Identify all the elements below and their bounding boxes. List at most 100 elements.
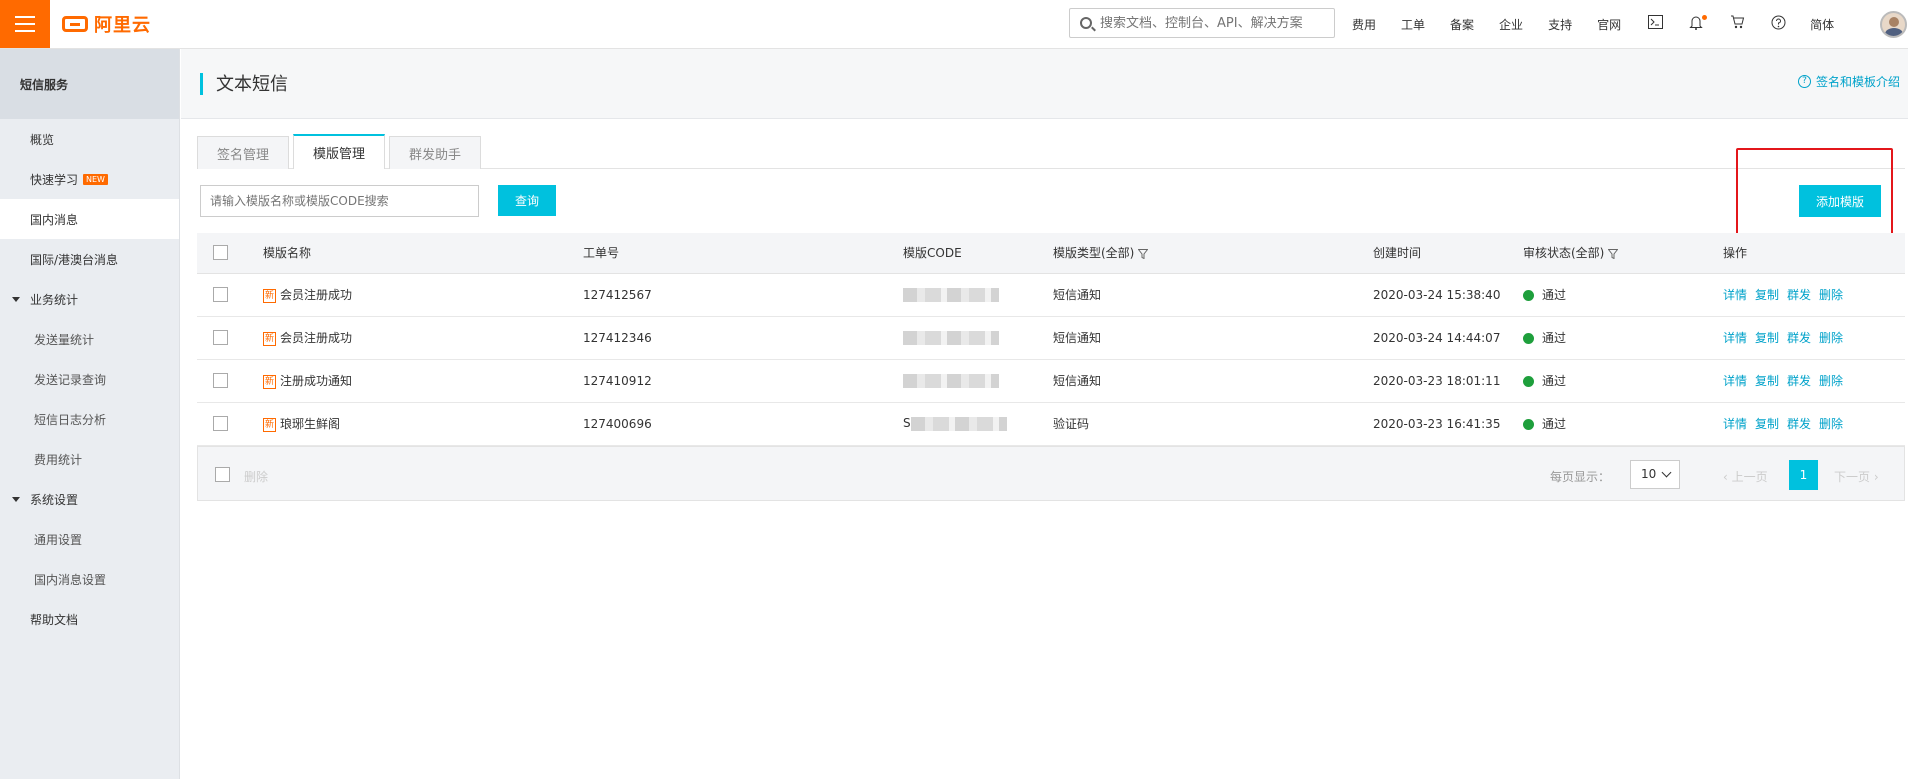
aliyun-logo[interactable]: 阿里云 xyxy=(62,12,151,36)
sidebar-group-business-stats[interactable]: 业务统计 xyxy=(0,279,179,319)
select-all-cell xyxy=(197,233,263,274)
row-actions: 详情 复制 群发 删除 xyxy=(1723,316,1905,360)
sidebar-item-cost-stats[interactable]: 费用统计 xyxy=(0,439,179,479)
sidebar-item-label: 发送记录查询 xyxy=(34,372,107,387)
bulk-send-link[interactable]: 群发 xyxy=(1787,331,1811,345)
top-navbar: 阿里云 费用 工单 备案 企业 支持 官网 简体 xyxy=(0,0,1908,49)
bulk-delete-button[interactable]: 删除 xyxy=(244,468,268,485)
delete-link[interactable]: 删除 xyxy=(1819,417,1843,431)
row-actions: 详情 复制 群发 删除 xyxy=(1723,273,1905,317)
next-page-label: 下一页 xyxy=(1834,470,1871,484)
copy-link[interactable]: 复制 xyxy=(1755,288,1779,302)
prev-page-button[interactable]: ‹ 上一页 xyxy=(1723,468,1768,485)
table-footer: 删除 每页显示： 10 ‹ 上一页 1 下一页 › xyxy=(197,446,1905,501)
row-select-cell xyxy=(197,316,263,360)
template-name: 会员注册成功 xyxy=(280,288,353,302)
page-title: 文本短信 xyxy=(216,74,288,95)
table-header-row: 模版名称 工单号 模版CODE 模版类型(全部) 创建时间 审核状态(全部) 操… xyxy=(197,233,1905,274)
row-checkbox[interactable] xyxy=(213,373,228,388)
col-review-status[interactable]: 审核状态(全部) xyxy=(1523,233,1723,274)
sidebar-item-label: 概览 xyxy=(30,132,55,147)
nav-filing[interactable]: 备案 xyxy=(1450,16,1474,33)
col-template-code: 模版CODE xyxy=(903,233,1053,274)
delete-link[interactable]: 删除 xyxy=(1819,331,1843,345)
sidebar-item-send-volume[interactable]: 发送量统计 xyxy=(0,319,179,359)
nav-official-site[interactable]: 官网 xyxy=(1597,16,1621,33)
delete-link[interactable]: 删除 xyxy=(1819,288,1843,302)
bulk-send-link[interactable]: 群发 xyxy=(1787,417,1811,431)
detail-link[interactable]: 详情 xyxy=(1723,374,1747,388)
menu-icon[interactable] xyxy=(0,0,50,48)
tab-signature-management[interactable]: 签名管理 xyxy=(197,136,290,169)
global-search-input[interactable] xyxy=(1100,15,1320,31)
sidebar-item-general-settings[interactable]: 通用设置 xyxy=(0,519,179,559)
col-template-type[interactable]: 模版类型(全部) xyxy=(1053,233,1373,274)
detail-link[interactable]: 详情 xyxy=(1723,331,1747,345)
signature-template-help-link[interactable]: ? 签名和模板介绍 xyxy=(1797,73,1900,90)
sidebar-item-send-records[interactable]: 发送记录查询 xyxy=(0,359,179,399)
sidebar-item-help-docs[interactable]: 帮助文档 xyxy=(0,599,179,639)
created-time: 2020-03-23 18:01:11 xyxy=(1373,359,1523,403)
row-checkbox[interactable] xyxy=(213,287,228,302)
detail-link[interactable]: 详情 xyxy=(1723,417,1747,431)
col-actions: 操作 xyxy=(1723,233,1905,274)
caret-down-icon xyxy=(12,496,20,502)
template-type: 短信通知 xyxy=(1053,359,1373,403)
new-tag: 新 xyxy=(263,417,276,432)
nav-enterprise[interactable]: 企业 xyxy=(1499,16,1523,33)
help-circle-icon[interactable] xyxy=(1769,15,1787,34)
user-avatar[interactable] xyxy=(1880,11,1907,38)
bulk-send-link[interactable]: 群发 xyxy=(1787,288,1811,302)
bell-icon[interactable] xyxy=(1687,14,1708,34)
per-page-select[interactable]: 10 xyxy=(1630,460,1680,489)
row-checkbox[interactable] xyxy=(213,330,228,345)
terminal-icon[interactable] xyxy=(1646,15,1664,33)
template-name: 注册成功通知 xyxy=(280,374,353,388)
review-status: 通过 xyxy=(1542,288,1567,302)
copy-link[interactable]: 复制 xyxy=(1755,331,1779,345)
nav-fees[interactable]: 费用 xyxy=(1352,16,1376,33)
select-all-checkbox[interactable] xyxy=(213,245,228,261)
footer-select-all-checkbox[interactable] xyxy=(215,467,230,482)
redacted-code xyxy=(910,416,1007,431)
sidebar-item-label: 费用统计 xyxy=(34,452,83,467)
caret-down-icon xyxy=(12,296,20,302)
sidebar-group-settings[interactable]: 系统设置 xyxy=(0,479,179,519)
status-dot-icon xyxy=(1523,419,1534,430)
ticket-no: 127400696 xyxy=(583,402,903,446)
sidebar-item-label: 通用设置 xyxy=(34,532,83,547)
nav-support[interactable]: 支持 xyxy=(1548,16,1572,33)
sidebar-item-quick-learn[interactable]: 快速学习 NEW xyxy=(0,159,179,199)
query-button[interactable]: 查询 xyxy=(498,185,556,216)
tab-template-management[interactable]: 模版管理 xyxy=(293,134,386,169)
cart-icon[interactable] xyxy=(1728,15,1746,33)
page-number-current[interactable]: 1 xyxy=(1789,460,1818,490)
filter-icon[interactable] xyxy=(1138,248,1149,259)
status-dot-icon xyxy=(1523,333,1534,344)
template-name-cell: 新注册成功通知 xyxy=(263,359,583,403)
global-search[interactable] xyxy=(1069,8,1335,38)
copy-link[interactable]: 复制 xyxy=(1755,417,1779,431)
bulk-send-link[interactable]: 群发 xyxy=(1787,374,1811,388)
page-header: 文本短信 ? 签名和模板介绍 xyxy=(181,49,1908,119)
filter-icon[interactable] xyxy=(1608,248,1619,259)
next-page-button[interactable]: 下一页 › xyxy=(1834,468,1879,485)
nav-tickets[interactable]: 工单 xyxy=(1401,16,1425,33)
tab-bulk-send-assistant[interactable]: 群发助手 xyxy=(389,136,482,169)
template-search-input[interactable] xyxy=(200,185,479,217)
row-checkbox[interactable] xyxy=(213,416,228,431)
language-switch[interactable]: 简体 xyxy=(1810,16,1834,33)
sidebar-item-domestic-settings[interactable]: 国内消息设置 xyxy=(0,559,179,599)
redacted-code xyxy=(903,287,999,302)
template-code-cell: S xyxy=(903,402,1053,446)
sidebar-item-log-analysis[interactable]: 短信日志分析 xyxy=(0,399,179,439)
copy-link[interactable]: 复制 xyxy=(1755,374,1779,388)
sidebar-item-overview[interactable]: 概览 xyxy=(0,119,179,159)
sidebar-item-label: 国际/港澳台消息 xyxy=(30,252,119,267)
delete-link[interactable]: 删除 xyxy=(1819,374,1843,388)
sidebar-item-domestic[interactable]: 国内消息 xyxy=(0,199,179,239)
row-actions: 详情 复制 群发 删除 xyxy=(1723,359,1905,403)
sidebar-item-international[interactable]: 国际/港澳台消息 xyxy=(0,239,179,279)
detail-link[interactable]: 详情 xyxy=(1723,288,1747,302)
add-template-button[interactable]: 添加模版 xyxy=(1799,185,1881,217)
